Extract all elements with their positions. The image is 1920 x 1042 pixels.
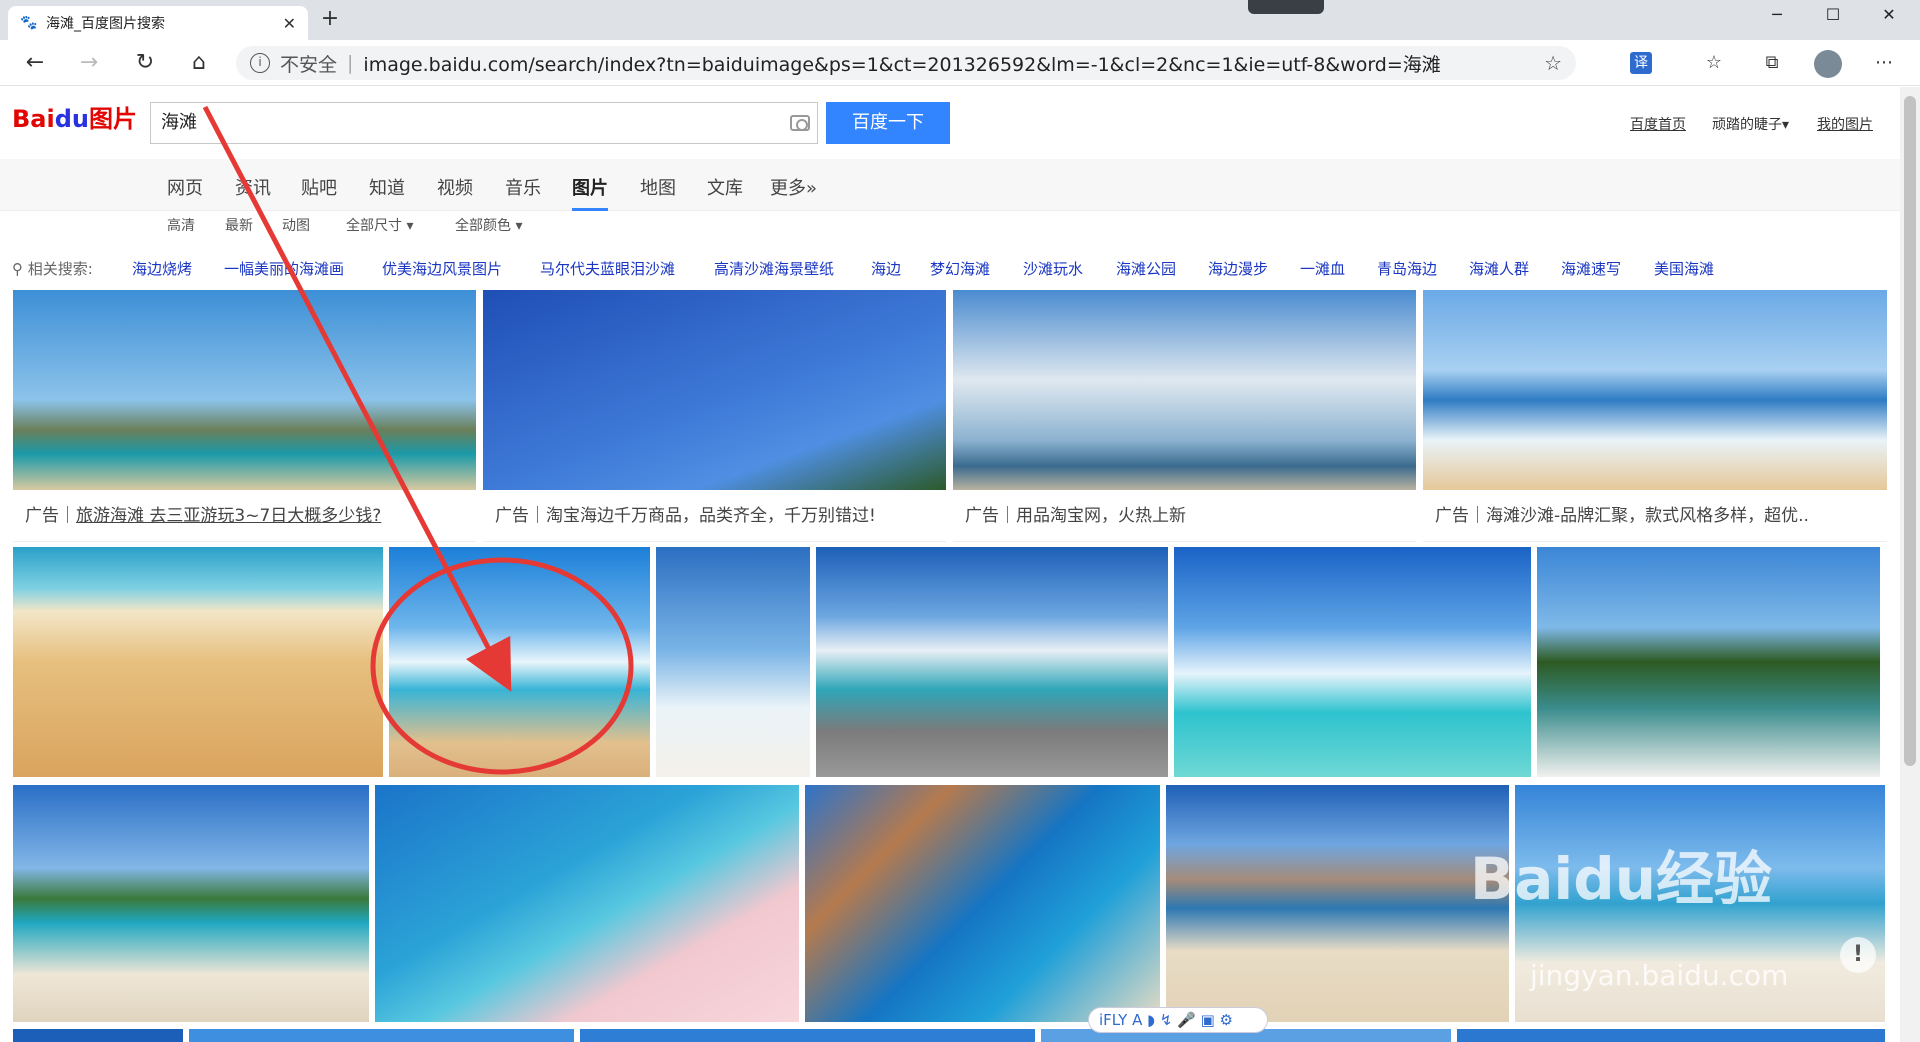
page-content: Baidu图片 海滩 百度一下 百度首页 顽踏的睫子▾ 我的图片 网页 资讯 贴… — [0, 87, 1900, 1042]
window-notch — [1248, 0, 1324, 14]
refresh-icon[interactable]: ↻ — [130, 48, 160, 78]
scrollbar-thumb[interactable] — [1904, 96, 1916, 766]
tab-title: 海滩_百度图片搜索 — [46, 16, 165, 32]
browser-toolbar: ← → ↻ ⌂ i 不安全 | image.baidu.com/search/i… — [0, 40, 1920, 86]
baidu-paw-icon: 🐾 — [20, 15, 38, 31]
ifly-input-toolbar[interactable]: iFLY A ◗ ↯ 🎤 ▣ ⚙ — [1088, 1007, 1268, 1033]
more-menu-icon[interactable]: ⋯ — [1870, 49, 1898, 77]
feedback-button[interactable]: ! — [1840, 937, 1876, 973]
forward-icon[interactable]: → — [74, 48, 104, 78]
profile-avatar[interactable] — [1814, 50, 1842, 78]
translate-extension-icon[interactable]: 译 — [1630, 52, 1652, 74]
maximize-button[interactable]: ☐ — [1806, 0, 1860, 32]
browser-titlebar: 🐾 海滩_百度图片搜索 ✕ + ─ ☐ ✕ — [0, 0, 1920, 40]
address-url[interactable]: image.baidu.com/search/index?tn=baiduima… — [363, 50, 1544, 77]
favorite-star-icon[interactable]: ☆ — [1544, 51, 1562, 75]
back-icon[interactable]: ← — [20, 48, 50, 78]
minimize-button[interactable]: ─ — [1750, 0, 1804, 32]
browser-tab[interactable]: 🐾 海滩_百度图片搜索 ✕ — [8, 6, 308, 40]
close-window-button[interactable]: ✕ — [1862, 0, 1916, 32]
annotation-circle — [370, 557, 634, 775]
favorites-icon[interactable]: ☆ — [1700, 49, 1728, 77]
collections-icon[interactable]: ⧉ — [1758, 49, 1786, 77]
info-icon[interactable]: i — [250, 53, 270, 73]
new-tab-button[interactable]: + — [316, 6, 344, 34]
insecure-label: 不安全 — [280, 53, 338, 76]
baidu-jingyan-watermark: Baidu经验 — [1470, 845, 1773, 913]
annotation-arrow — [202, 105, 512, 692]
watermark-url: jingyan.baidu.com — [1530, 959, 1789, 992]
address-bar[interactable]: i 不安全 | image.baidu.com/search/index?tn=… — [236, 46, 1576, 80]
tab-close-icon[interactable]: ✕ — [283, 14, 296, 33]
address-separator: | — [347, 52, 354, 74]
home-icon[interactable]: ⌂ — [184, 48, 214, 78]
